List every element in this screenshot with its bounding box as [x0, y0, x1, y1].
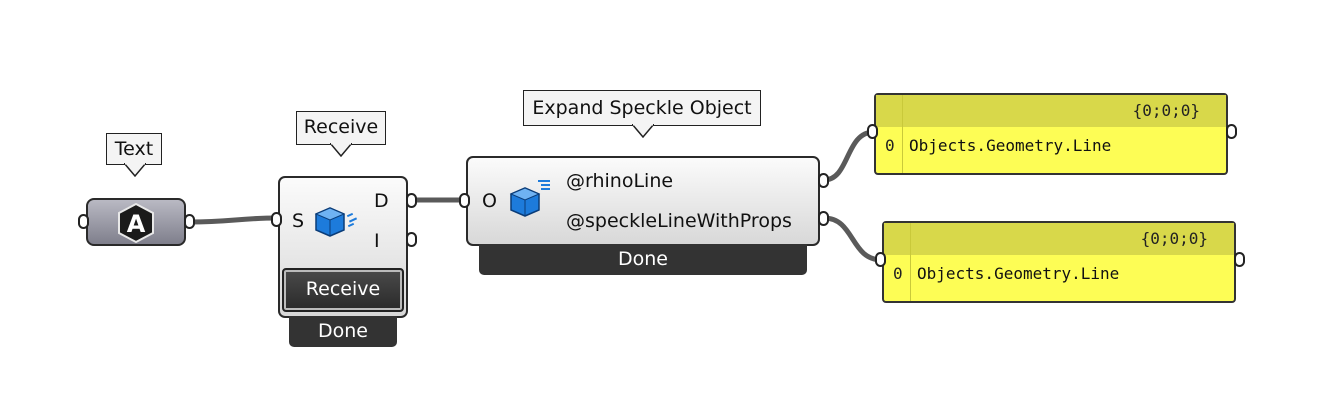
expand-tooltip-pointer	[632, 124, 654, 138]
text-tooltip-pointer	[124, 163, 146, 177]
speckle-expand-cube-icon	[509, 180, 550, 217]
expand-tooltip: Expand Speckle Object	[523, 90, 761, 126]
expand-component[interactable]: O @rhinoLine @speckleLineWithProps	[466, 156, 820, 246]
panel-2-value: Objects.Geometry.Line	[917, 264, 1120, 283]
receive-input-s-grip[interactable]	[271, 212, 282, 227]
expand-status-label: Done	[618, 248, 668, 270]
svg-text:A: A	[127, 210, 146, 238]
panel-2-index: 0	[893, 264, 903, 283]
panel-2-path: {0;0;0}	[1140, 229, 1208, 248]
receive-button-label: Receive	[305, 278, 381, 300]
receive-output-i-label: I	[374, 230, 380, 252]
wire-expand-to-panel2	[823, 215, 883, 263]
panel-1-input-grip[interactable]	[867, 124, 878, 139]
expand-output-1-label: @rhinoLine	[566, 170, 674, 192]
speckle-receive-cube-icon	[314, 207, 358, 237]
expand-output-2-label: @speckleLineWithProps	[566, 210, 792, 232]
expand-output-2-grip[interactable]	[818, 211, 829, 226]
receive-tooltip-pointer	[330, 143, 352, 157]
expand-output-1-grip[interactable]	[818, 173, 829, 188]
panel-1-index: 0	[885, 136, 895, 155]
panel-1-path: {0;0;0}	[1132, 101, 1200, 120]
receive-status-bar: Done	[289, 316, 397, 347]
panel-2-output-grip[interactable]	[1234, 252, 1245, 267]
letter-a-hexagon-icon: A	[118, 202, 154, 244]
expand-input-o-grip[interactable]	[459, 193, 470, 208]
receive-output-d-grip[interactable]	[406, 193, 417, 208]
receive-output-i-grip[interactable]	[406, 232, 417, 247]
wire-text-to-receive	[189, 215, 279, 225]
panel-2[interactable]: {0;0;0} 0 Objects.Geometry.Line	[882, 221, 1236, 303]
receive-input-s-label: S	[292, 210, 305, 232]
text-tooltip: Text	[106, 133, 162, 165]
panel-1[interactable]: {0;0;0} 0 Objects.Geometry.Line	[874, 93, 1228, 175]
text-tooltip-label: Text	[114, 138, 154, 160]
expand-input-o-label: O	[482, 190, 497, 212]
receive-component[interactable]: S D I Receive	[278, 176, 408, 318]
panel-2-input-grip[interactable]	[875, 252, 886, 267]
panel-1-value: Objects.Geometry.Line	[909, 136, 1112, 155]
text-output-grip[interactable]	[184, 214, 195, 229]
receive-tooltip-label: Receive	[303, 116, 379, 138]
expand-status-bar: Done	[479, 244, 807, 275]
text-input-grip[interactable]	[78, 214, 89, 229]
receive-status-label: Done	[318, 320, 368, 342]
text-param-component[interactable]: A	[86, 198, 186, 246]
wire-expand-to-panel1	[823, 129, 875, 183]
panel-1-divider	[902, 95, 903, 173]
receive-output-d-label: D	[374, 190, 389, 212]
expand-tooltip-label: Expand Speckle Object	[532, 97, 752, 119]
panel-1-output-grip[interactable]	[1226, 124, 1237, 139]
receive-button[interactable]: Receive	[282, 268, 404, 312]
receive-tooltip: Receive	[296, 111, 386, 145]
panel-2-divider	[910, 223, 911, 301]
